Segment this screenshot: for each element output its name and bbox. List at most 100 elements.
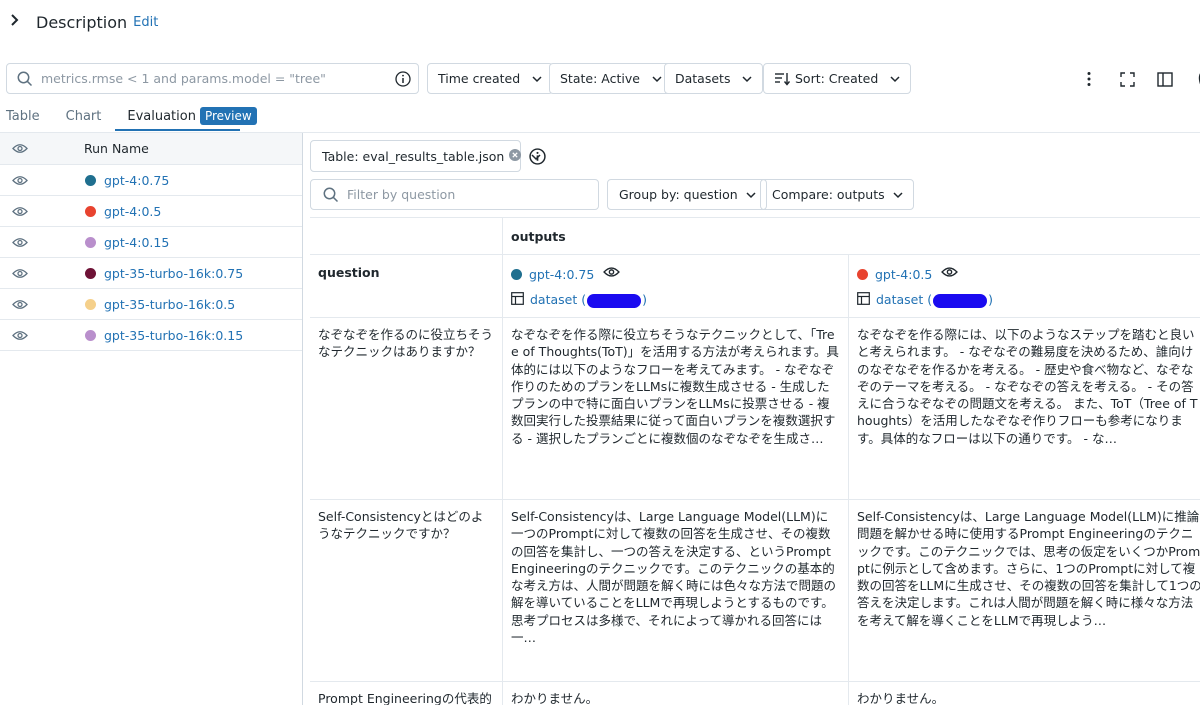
chevron-down-icon [890, 71, 900, 86]
chevron-down-icon [893, 187, 903, 202]
eye-icon[interactable] [0, 237, 40, 248]
redacted-mark [587, 293, 642, 308]
run-color-dot [85, 329, 96, 341]
redacted-mark [933, 293, 988, 308]
evaluation-panel: Table: eval_results_table.json Filter by… [304, 133, 1200, 705]
time-created-dropdown[interactable]: Time created [427, 63, 554, 94]
run-name-link[interactable]: gpt-4:0.5 [104, 204, 161, 219]
description-edit-link[interactable]: Edit [133, 15, 158, 30]
eye-icon[interactable] [0, 299, 40, 310]
output-cell: わかりません。 [503, 682, 849, 705]
compare-label: Compare: outputs [772, 187, 885, 202]
tab-evaluation-label: Evaluation [127, 109, 196, 124]
search-input[interactable]: metrics.rmse < 1 and params.model = "tre… [6, 63, 419, 94]
table-icon [511, 291, 524, 309]
sidebar-toggle-icon[interactable] [1155, 69, 1175, 89]
info-icon[interactable] [529, 148, 546, 169]
dataset-link[interactable]: dataset () [530, 292, 647, 308]
tab-evaluation[interactable]: Evaluation Preview [127, 107, 257, 131]
dataset-close: ) [642, 292, 648, 308]
dataset-close: ) [988, 292, 994, 308]
question-cell: Self-Consistencyとはどのようなテクニックですか？ [310, 500, 503, 682]
search-icon [323, 187, 339, 202]
run-name-link[interactable]: gpt-4:0.15 [104, 235, 169, 250]
datasets-label: Datasets [675, 71, 731, 86]
output-column-header: gpt-4:0.75 dataset () [503, 255, 849, 318]
table-select[interactable]: Table: eval_results_table.json [310, 140, 541, 172]
runs-panel-header: Run Name [0, 133, 302, 165]
partial-icon[interactable] [1190, 69, 1200, 89]
run-row: gpt-4:0.75 [0, 165, 302, 196]
active-tab-indicator [115, 129, 240, 131]
state-label: State: Active [560, 71, 640, 86]
description-header: Description Edit [10, 8, 158, 36]
table-select-label: Table: eval_results_table.json [322, 148, 505, 164]
fullscreen-icon[interactable] [1117, 69, 1137, 89]
question-header: question [310, 255, 503, 318]
eye-icon[interactable] [0, 175, 40, 186]
info-icon[interactable] [395, 71, 411, 91]
run-color-dot [85, 174, 96, 186]
tab-table[interactable]: Table [6, 107, 40, 127]
column-run-link[interactable]: gpt-4:0.5 [875, 267, 932, 282]
search-icon [17, 71, 33, 86]
dataset-link[interactable]: dataset () [876, 292, 993, 308]
table-icon [857, 291, 870, 309]
compare-dropdown[interactable]: Compare: outputs [760, 179, 914, 210]
output-column-header: gpt-4:0.5 dataset () [849, 255, 1200, 318]
column-run-link[interactable]: gpt-4:0.75 [529, 267, 594, 282]
group-by-label: Group by: question [619, 187, 738, 202]
state-dropdown[interactable]: State: Active [549, 63, 673, 94]
run-color-dot [85, 267, 96, 279]
dataset-label: dataset ( [530, 292, 587, 308]
eye-icon[interactable] [941, 266, 959, 282]
description-title: Description [36, 12, 128, 32]
run-color-dot [511, 268, 522, 280]
run-color-dot [85, 236, 96, 248]
run-color-dot [85, 205, 96, 217]
eye-icon[interactable] [0, 206, 40, 217]
output-cell: わかりません。 [857, 691, 945, 705]
output-cell: Self-Consistencyは、Large Language Model(L… [849, 500, 1200, 682]
question-cell: Prompt Engineeringの代表的な [310, 682, 503, 705]
sort-dropdown[interactable]: Sort: Created [763, 63, 912, 94]
group-by-dropdown[interactable]: Group by: question [607, 179, 767, 210]
eye-icon[interactable] [0, 268, 40, 279]
dataset-label: dataset ( [876, 292, 933, 308]
chevron-right-icon[interactable] [10, 14, 26, 30]
run-list: gpt-4:0.75 gpt-4:0.5 gpt-4:0.15 gpt-35-turb… [0, 165, 302, 351]
clear-icon[interactable] [509, 148, 522, 164]
runs-panel: Run Name gpt-4:0.75 gpt-4:0.5 gpt-4:0.15 gp… [0, 133, 303, 705]
run-row: gpt-4:0.15 [0, 227, 302, 258]
outputs-header: outputs [503, 217, 1200, 255]
more-vertical-icon[interactable] [1079, 69, 1099, 89]
time-created-label: Time created [438, 71, 521, 86]
empty-header-cell [310, 217, 503, 255]
datasets-dropdown[interactable]: Datasets [664, 63, 764, 94]
output-cell: なぞなぞを作る際には、以下のようなステップを踏むと良いと考えられます。 - なぞ… [849, 318, 1200, 500]
run-name-link[interactable]: gpt-35-turbo-16k:0.75 [104, 266, 243, 281]
run-color-dot [857, 268, 868, 280]
run-name-link[interactable]: gpt-4:0.75 [104, 173, 169, 188]
runs-toolbar: metrics.rmse < 1 and params.model = "tre… [6, 63, 1200, 95]
run-color-dot [85, 298, 96, 310]
output-cell: Self-Consistencyは、Large Language Model(L… [503, 500, 849, 682]
eye-icon[interactable] [0, 143, 40, 154]
eye-icon[interactable] [0, 330, 40, 341]
chevron-down-icon [532, 71, 542, 86]
chevron-down-icon [652, 71, 662, 86]
question-filter-input[interactable]: Filter by question [310, 179, 599, 210]
eye-icon[interactable] [603, 266, 621, 282]
search-placeholder: metrics.rmse < 1 and params.model = "tre… [41, 71, 326, 86]
sort-icon [774, 72, 790, 86]
filter-placeholder: Filter by question [347, 187, 456, 202]
preview-badge: Preview [199, 107, 257, 125]
tab-chart[interactable]: Chart [66, 107, 102, 127]
run-row: gpt-35-turbo-16k:0.5 [0, 289, 302, 320]
run-row: gpt-35-turbo-16k:0.15 [0, 320, 302, 351]
run-name-link[interactable]: gpt-35-turbo-16k:0.15 [104, 328, 243, 343]
run-row: gpt-35-turbo-16k:0.75 [0, 258, 302, 289]
output-cell: なぞなぞを作る際に役立ちそうなテクニックとして、「Tree of Thought… [503, 318, 849, 500]
run-name-header: Run Name [84, 141, 149, 156]
run-name-link[interactable]: gpt-35-turbo-16k:0.5 [104, 297, 235, 312]
